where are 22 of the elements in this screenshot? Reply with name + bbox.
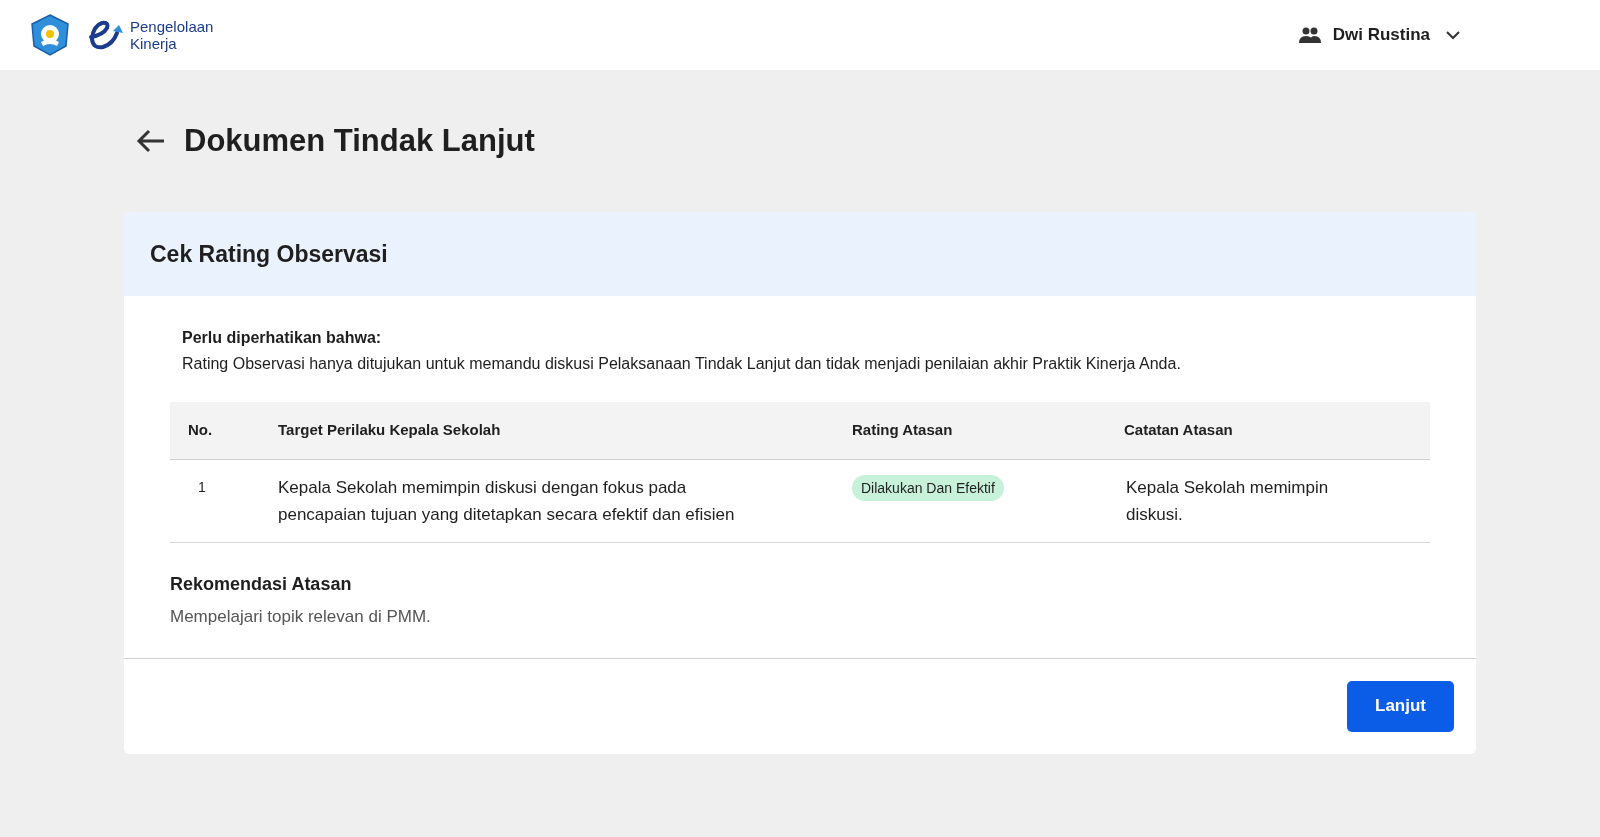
continue-button[interactable]: Lanjut bbox=[1347, 680, 1454, 732]
table-cell-text: Kepala Sekolah memimpin diskusi dengan fokus pada pencapaian tujuan yang ditetapkan secara efektif dan efisien bbox=[278, 477, 736, 526]
recommendation-text: Mempelajari topik relevan di PMM. bbox=[170, 606, 432, 628]
recommendation-heading: Rekomendasi Atasan bbox=[170, 573, 353, 596]
note-text: Rating Observasi hanya ditujukan untuk memandu diskusi Pelaksanaan Tindak Lanjut dan tidak menjadi penilaian akhir Praktik Kinerja Anda. bbox=[181, 354, 1182, 374]
user-menu[interactable]: Dwi Rustina bbox=[1298, 22, 1460, 48]
note-heading: Perlu diperhatikan bahwa: bbox=[181, 328, 383, 348]
page-title: Dokumen Tindak Lanjut bbox=[184, 121, 535, 160]
column-heading: Target Perilaku Kepala Sekolah bbox=[278, 420, 501, 441]
brand-name: Kinerja bbox=[130, 35, 178, 52]
table-cell-text: Kepala Sekolah memimpin diskusi. bbox=[1125, 477, 1330, 526]
column-heading: Catatan Atasan bbox=[1124, 420, 1233, 441]
rating-badge: Dilakukan Dan Efektif bbox=[852, 475, 1004, 501]
chevron-down-icon bbox=[1446, 30, 1460, 40]
emblem-logo-icon bbox=[29, 14, 71, 56]
column-heading: Rating Atasan bbox=[852, 420, 953, 441]
people-icon bbox=[1298, 27, 1321, 43]
column-heading: No. bbox=[187, 420, 213, 441]
card-title: Cek Rating Observasi bbox=[150, 239, 388, 269]
table-cell-text: 1 bbox=[197, 478, 206, 497]
brand-name: Pengelolaan bbox=[130, 18, 214, 35]
back-arrow-icon bbox=[136, 129, 166, 153]
